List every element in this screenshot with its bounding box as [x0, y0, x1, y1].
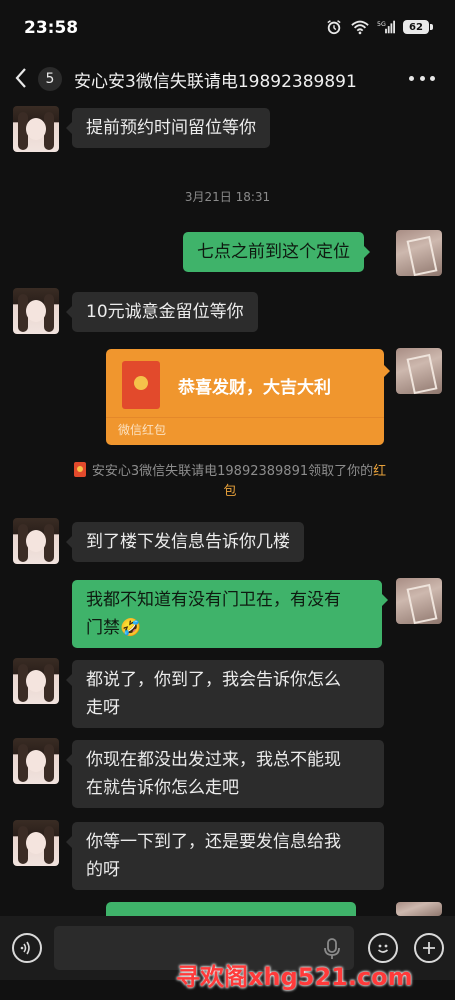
plus-icon [423, 942, 435, 954]
message-line: 都说了，你到了，我会告诉你怎么 [86, 670, 341, 690]
voice-wave-icon [20, 941, 30, 955]
more-dot-icon [409, 75, 414, 81]
message-line: 你等一下到了，还是要发信息给我 [86, 832, 341, 852]
battery-indicator: 62 [403, 20, 433, 34]
message-line: 我都不知道有没有门卫在，有没有 [86, 590, 341, 610]
message-bubble-received[interactable]: 你现在都没出发过来，我总不能现 在就告诉你怎么走吧 [66, 740, 384, 808]
status-time: 23:58 [24, 18, 79, 38]
message-bubble-received[interactable]: 到了楼下发信息告诉你几楼 [66, 522, 304, 562]
chat-header: 5 安心安3微信失联请电19892389891 [0, 58, 455, 100]
my-avatar[interactable] [396, 902, 442, 916]
contact-avatar[interactable] [13, 738, 59, 784]
my-avatar[interactable] [396, 348, 442, 394]
network-label: 5G [377, 21, 386, 28]
more-options-button[interactable] [409, 68, 435, 88]
message-bubble-sent[interactable]: 七点之前到这个定位 [183, 232, 370, 272]
red-packet-message[interactable]: 恭喜发财，大吉大利 微信红包 [106, 349, 390, 445]
contact-avatar[interactable] [13, 820, 59, 866]
contact-avatar[interactable] [13, 288, 59, 334]
message-line: 门禁🤣 [86, 618, 142, 638]
status-icons: 5G 62 [325, 19, 433, 35]
message-bubble-sent-partial[interactable] [106, 902, 362, 928]
status-bar: 23:58 5G 62 [0, 0, 455, 58]
my-avatar[interactable] [396, 578, 442, 624]
message-line: 你现在都没出发过来，我总不能现 [86, 750, 341, 770]
alarm-icon [327, 20, 341, 35]
more-dot-icon [419, 75, 425, 81]
red-packet-claimed-notice: 安安心3微信失联请电19892389891领取了你的红包 [40, 462, 420, 502]
red-envelope-icon [73, 462, 86, 477]
message-line: 在就告诉你怎么走吧 [86, 778, 239, 798]
contact-avatar[interactable] [13, 658, 59, 704]
contact-avatar[interactable] [13, 518, 59, 564]
chevron-left-icon [15, 68, 26, 88]
unread-count-badge[interactable]: 5 [38, 67, 62, 91]
more-functions-button[interactable] [414, 933, 444, 963]
chat-title: 安心安3微信失联请电19892389891 [74, 72, 357, 92]
message-line: 走呀 [86, 698, 120, 718]
red-packet-footer: 微信红包 [118, 423, 167, 437]
battery-tip [430, 24, 433, 30]
message-bubble-received[interactable]: 10元诚意金留位等你 [66, 292, 258, 332]
claimed-text: 安安心3微信失联请电19892389891领取了你的 [91, 464, 374, 479]
red-packet-link[interactable]: 包 [223, 484, 236, 499]
red-packet-divider [106, 417, 384, 418]
watermark-text: 寻欢阁xhg521.com [176, 963, 413, 991]
message-timestamp: 3月21日 18:31 [184, 190, 271, 204]
red-envelope-icon [122, 361, 160, 409]
red-packet-greeting: 恭喜发财，大吉大利 [178, 378, 331, 398]
more-dot-icon [430, 75, 435, 81]
message-line: 的呀 [86, 860, 120, 880]
message-bubble-received[interactable]: 你等一下到了，还是要发信息给我 的呀 [66, 822, 384, 890]
wifi-icon [351, 20, 369, 35]
red-packet-link[interactable]: 红 [373, 464, 386, 479]
voice-input-button[interactable] [12, 933, 42, 963]
contact-avatar[interactable] [13, 106, 59, 152]
message-bubble-received[interactable]: 提前预约时间留位等你 [66, 108, 270, 148]
smiley-icon [377, 944, 389, 953]
message-bubble-received[interactable]: 都说了，你到了，我会告诉你怎么 走呀 [66, 660, 384, 728]
signal-icon: 5G [377, 20, 395, 34]
message-bubble-sent[interactable]: 我都不知道有没有门卫在，有没有 门禁🤣 [72, 580, 388, 648]
battery-level: 62 [403, 20, 429, 34]
my-avatar[interactable] [396, 230, 442, 276]
